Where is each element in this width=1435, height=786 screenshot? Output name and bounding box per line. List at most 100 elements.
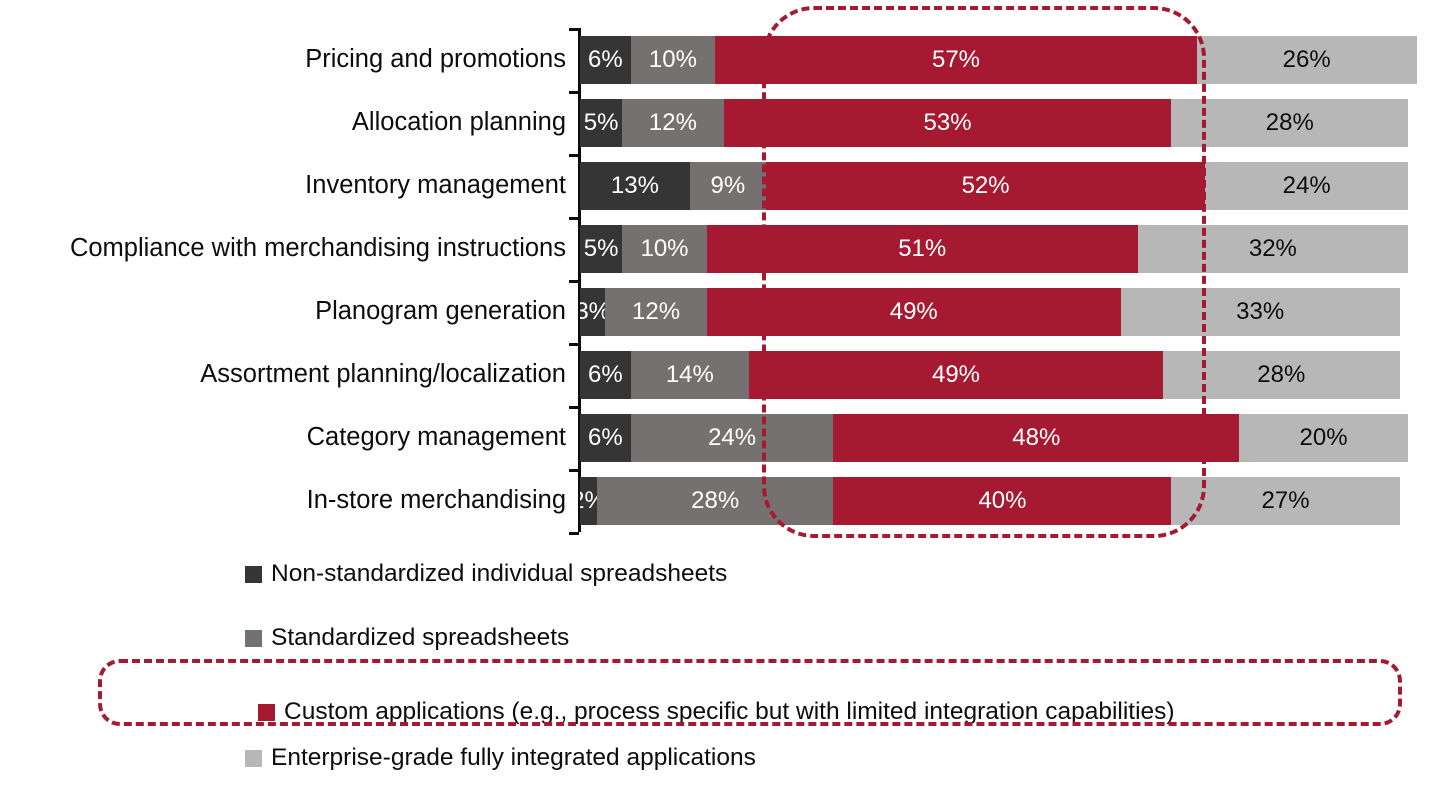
bar-value-label: 2% [580, 489, 597, 513]
axis-tick [569, 343, 579, 346]
bar-segment: 12% [605, 288, 707, 336]
category-label: Allocation planning [351, 108, 566, 136]
table-row: 3% 12% 49% 33% [580, 288, 1400, 336]
bar-value-label: 48% [1012, 424, 1061, 451]
legend-item[interactable]: Non-standardized individual spreadsheets [245, 557, 727, 591]
bar-value-label: 3% [580, 298, 605, 325]
bar-value-label: 27% [1261, 487, 1310, 514]
bar-segment: 10% [622, 225, 707, 273]
axis-tick [569, 91, 579, 94]
bar-value-label: 6% [588, 46, 623, 73]
bar-segment: 40% [833, 477, 1172, 525]
legend-color-swatch [245, 749, 262, 767]
bar-segment: 6% [580, 36, 631, 84]
category-label: In-store merchandising [306, 486, 566, 514]
bar-value-label: 49% [931, 361, 981, 388]
axis-tick [569, 217, 579, 220]
legend-item[interactable]: Standardized spreadsheets [245, 621, 569, 655]
stacked-bar-chart: Pricing and promotions Allocation plannin… [0, 0, 1435, 786]
category-label: Category management [306, 423, 566, 451]
bar-value-label: 49% [889, 298, 938, 325]
bar-segment: 6% [580, 351, 631, 399]
bar-segment: 6% [580, 414, 631, 462]
bar-value-label: 40% [978, 487, 1027, 514]
bar-segment: 51% [706, 225, 1138, 273]
bar-segment: 28% [1163, 351, 1400, 399]
legend-color-swatch [245, 629, 262, 647]
bar-value-label: 52% [961, 172, 1010, 199]
bar-segment: 28% [1171, 99, 1409, 147]
axis-tick [569, 469, 579, 472]
legend-label: Custom applications (e.g., process speci… [284, 697, 1175, 725]
bar-segment: 9% [689, 162, 766, 210]
bar-value-label: 13% [610, 172, 659, 199]
bar-segment: 26% [1196, 36, 1417, 84]
category-label: Assortment planning/localization [200, 360, 566, 388]
legend-color-swatch [258, 703, 275, 721]
bar-segment: 5% [580, 99, 623, 147]
bar-value-label: 5% [583, 109, 619, 136]
bar-value-label: 12% [632, 298, 681, 325]
table-row: 6% 10% 57% 26% [580, 36, 1417, 84]
bar-value-label: 28% [691, 487, 740, 514]
bar-segment: 49% [706, 288, 1121, 336]
category-label: Pricing and promotions [305, 45, 566, 73]
bar-value-label: 20% [1299, 424, 1348, 451]
bar-value-label: 5% [583, 235, 619, 262]
bar-segment: 24% [630, 414, 834, 462]
bar-value-label: 14% [665, 361, 714, 388]
table-row: 5% 10% 51% 32% [580, 225, 1409, 273]
bar-segment: 52% [765, 162, 1206, 210]
plot-area: 6% 10% 57% 26% 5% 12% 53% 28% 13% 9% 52% 24% 5% 10% 51… [569, 28, 1423, 535]
bar-value-label: 53% [923, 109, 972, 136]
bar-value-label: 24% [1282, 172, 1331, 199]
bar-value-label: 12% [648, 109, 697, 136]
table-row: 6% 14% 49% 28% [580, 351, 1400, 399]
bar-value-label: 6% [588, 361, 623, 388]
legend-color-swatch [245, 565, 262, 583]
bar-segment: 53% [723, 99, 1172, 147]
bar-value-label: 32% [1248, 235, 1297, 262]
bar-segment: 20% [1239, 414, 1409, 462]
bar-segment: 2% [580, 477, 597, 525]
bar-value-label: 26% [1282, 46, 1331, 73]
category-label: Compliance with merchandising instructio… [69, 234, 566, 262]
axis-tick [569, 406, 579, 409]
bar-value-label: 9% [710, 172, 746, 199]
bar-value-label: 6% [588, 424, 623, 451]
bar-segment: 3% [580, 288, 606, 336]
bar-segment: 32% [1137, 225, 1409, 273]
chart-legend: Non-standardized individual spreadsheets… [0, 545, 1435, 786]
legend-item[interactable]: Custom applications (e.g., process speci… [258, 695, 1175, 729]
table-row: 6% 24% 48% 20% [580, 414, 1409, 462]
bar-value-label: 10% [640, 235, 689, 262]
table-row: 2% 28% 40% 27% [580, 477, 1400, 525]
bar-value-label: 24% [708, 424, 757, 451]
axis-tick [569, 28, 579, 31]
bar-segment: 14% [630, 351, 749, 399]
axis-tick [569, 532, 579, 535]
bar-segment: 49% [748, 351, 1164, 399]
bar-segment: 5% [580, 225, 623, 273]
table-row: 5% 12% 53% 28% [580, 99, 1409, 147]
bar-segment: 12% [622, 99, 724, 147]
axis-tick [569, 154, 579, 157]
bar-value-label: 51% [898, 235, 947, 262]
axis-tick [569, 280, 579, 283]
bar-value-label: 57% [931, 46, 981, 73]
bar-segment: 10% [630, 36, 716, 84]
bar-segment: 48% [833, 414, 1240, 462]
bar-value-label: 10% [648, 46, 697, 73]
legend-label: Enterprise-grade fully integrated applic… [271, 743, 756, 771]
legend-item[interactable]: Enterprise-grade fully integrated applic… [245, 741, 756, 775]
category-label: Planogram generation [315, 297, 566, 325]
bar-segment: 13% [580, 162, 690, 210]
bar-value-label: 33% [1236, 298, 1285, 325]
bar-segment: 24% [1205, 162, 1409, 210]
legend-label: Standardized spreadsheets [271, 623, 570, 651]
bar-segment: 57% [715, 36, 1197, 84]
legend-label: Non-standardized individual spreadsheets [271, 559, 728, 587]
table-row: 13% 9% 52% 24% [580, 162, 1409, 210]
bar-segment: 28% [596, 477, 834, 525]
bar-segment: 33% [1120, 288, 1400, 336]
